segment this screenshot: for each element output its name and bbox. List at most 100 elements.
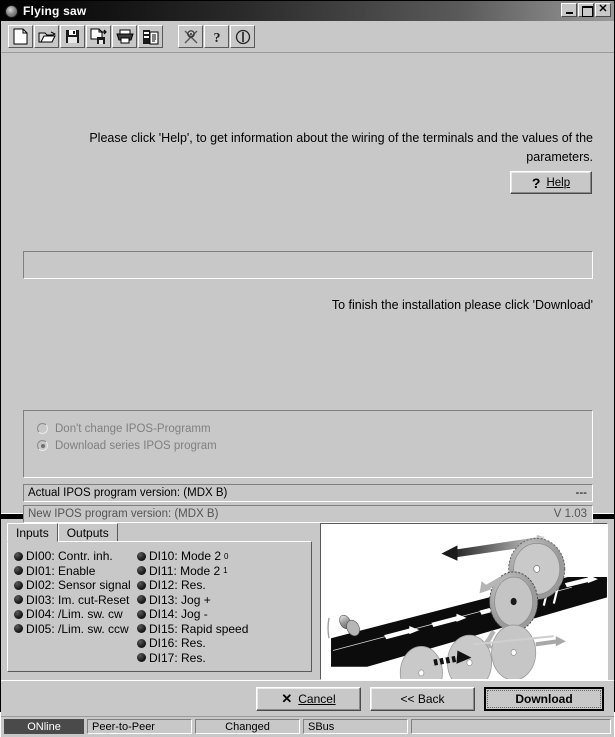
svg-text:?: ? [213,31,220,45]
led-icon [14,609,23,619]
radio-icon-download-series[interactable] [37,440,48,451]
led-icon [137,638,146,648]
toolbar-group-file [8,25,164,48]
save-button[interactable] [60,25,85,48]
minimize-button[interactable] [561,3,577,17]
list-item: DI01: Enable [14,564,137,579]
list-item: DI03: Im. cut-Reset [14,593,137,608]
led-icon [14,566,23,576]
inputs-column-left: DI00: Contr. inh. DI01: Enable DI02: Sen… [14,549,137,671]
di-label: DI02: Sensor signal [26,578,131,593]
led-icon [137,653,146,663]
di-label: DI12: Res. [149,578,206,593]
list-item: DI12: Res. [137,578,260,593]
list-item: DI13: Jog + [137,593,260,608]
cancel-button-label: Cancel [298,691,336,706]
network-tool-icon [183,29,199,45]
di-label: DI14: Jog - [149,607,208,622]
instruction-text: Please click 'Help', to get information … [89,131,593,164]
save-disk-icon [65,29,80,44]
status-bus: SBus [303,719,408,735]
radio-icon-dont-change[interactable] [37,423,48,434]
new-file-icon [13,28,28,45]
led-icon [137,551,146,561]
save-as-icon [90,28,107,45]
list-item: DI17: Res. [137,651,260,666]
new-version-value: V 1.03 [553,508,587,520]
copy-document-icon [142,29,159,45]
led-icon [14,551,23,561]
status-connection: ONline [4,719,84,735]
status-message [411,719,611,735]
di-superscript: 1 [223,566,228,576]
new-file-button[interactable] [8,25,33,48]
actual-version-label: Actual IPOS program version: (MDX B) [28,487,228,499]
help-button[interactable]: ? Help [510,171,592,194]
tab-inputs-label: Inputs [16,525,49,540]
led-icon [137,624,146,634]
led-icon [137,566,146,576]
radio-option-dont-change[interactable]: Don't change IPOS-Programm [37,420,592,437]
list-item: DI10: Mode 20 [137,549,260,564]
help-button-label: Help [546,176,571,189]
progress-field [23,251,593,279]
di-label: DI05: /Lim. sw. ccw [26,621,129,636]
toolbar: ? [1,21,614,53]
led-icon [14,595,23,605]
open-file-button[interactable] [34,25,59,48]
download-button[interactable]: Download [484,686,604,711]
di-label: DI13: Jog + [149,592,211,607]
tab-inputs[interactable]: Inputs [7,523,58,542]
list-item: DI15: Rapid speed [137,622,260,637]
print-icon [115,29,134,44]
di-label: DI17: Res. [149,650,206,665]
di-label: DI11: Mode 2 [149,563,221,578]
inputs-column-right: DI10: Mode 20 DI11: Mode 21 DI12: Res. D… [137,549,260,671]
help-question-icon: ? [210,29,224,45]
save-as-button[interactable] [86,25,111,48]
radio-label-download-series: Download series IPOS program [55,439,217,452]
led-icon [14,624,23,634]
back-button-label: << Back [400,691,445,706]
cancel-button[interactable]: ✕ Cancel [256,686,361,711]
question-mark-icon: ? [531,174,541,191]
list-item: DI00: Contr. inh. [14,549,137,564]
new-version-row: New IPOS program version: (MDX B) V 1.03 [23,505,593,523]
window-title: Flying saw [23,4,87,18]
dialog-button-bar: ✕ Cancel << Back Download [1,680,614,717]
di-label: DI16: Res. [149,636,206,651]
ipos-program-option-group: Don't change IPOS-Programm Download seri… [23,410,593,478]
di-label: DI15: Rapid speed [149,621,249,636]
bottom-panel: Inputs Outputs DI00: Contr. inh. DI01: E… [1,519,614,681]
back-button[interactable]: << Back [370,686,475,711]
radio-option-download-series[interactable]: Download series IPOS program [37,437,592,454]
tab-strip: Inputs Outputs [7,523,312,542]
main-panel: Please click 'Help', to get information … [1,53,614,523]
copy-document-button[interactable] [138,25,163,48]
x-mark-icon: ✕ [281,691,293,707]
network-tool-button[interactable] [178,25,203,48]
di-label: DI00: Contr. inh. [26,549,113,564]
inputs-tab-content: DI00: Contr. inh. DI01: Enable DI02: Sen… [7,541,313,672]
actual-version-row: Actual IPOS program version: (MDX B) --- [23,484,593,502]
toolbar-group-tools: ? [178,25,256,48]
radio-label-dont-change: Don't change IPOS-Programm [55,422,211,435]
led-icon [137,595,146,605]
new-version-label: New IPOS program version: (MDX B) [28,508,219,520]
help-toolbar-button[interactable]: ? [204,25,229,48]
status-state: Changed [195,719,300,735]
application-window: Flying saw ✕ ? Please click 'Help', to g… [0,0,615,737]
status-protocol: Peer-to-Peer [87,719,192,735]
print-button[interactable] [112,25,137,48]
tab-outputs-label: Outputs [66,525,109,540]
di-superscript: 0 [224,551,229,561]
io-tab-panel: Inputs Outputs DI00: Contr. inh. DI01: E… [7,523,313,680]
info-button[interactable] [230,25,255,48]
list-item: DI02: Sensor signal [14,578,137,593]
di-label: DI03: Im. cut-Reset [26,592,130,607]
close-button[interactable]: ✕ [595,3,611,17]
tab-outputs[interactable]: Outputs [57,523,118,541]
title-bar: Flying saw ✕ [1,1,614,21]
download-button-label: Download [487,689,601,708]
maximize-button[interactable] [578,3,594,17]
